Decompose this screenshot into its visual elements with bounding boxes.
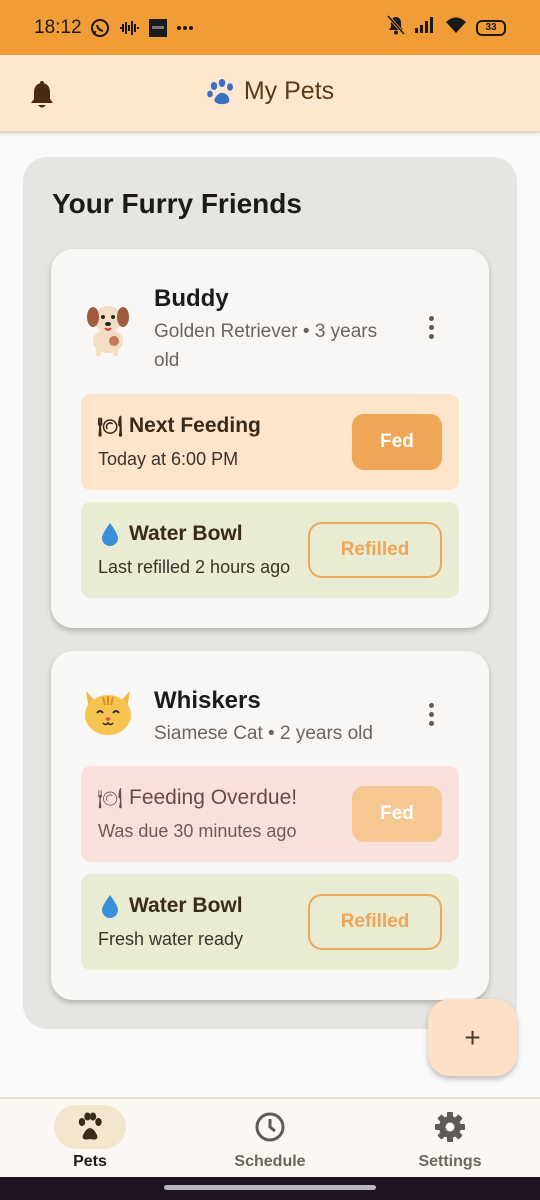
whatsapp-icon [90,18,110,38]
voicemail-icon [118,19,140,37]
gesture-bar [0,1177,540,1200]
water-title-text: Water Bowl [129,522,243,545]
more-dot [428,711,434,717]
feeding-row: 🍽 Next Feeding Today at 6:00 PM Fed [81,394,459,490]
plate-icon: 🍽 [97,415,123,438]
fed-button[interactable]: Fed [352,414,442,470]
feeding-title-text: Next Feeding [129,414,261,437]
nav-label: Settings [418,1153,482,1170]
refilled-button[interactable]: Refilled [308,522,442,578]
nav-label: Schedule [234,1153,306,1170]
more-dot [428,315,434,321]
status-right: 33 [386,15,506,40]
status-left: 18:12 [34,17,194,39]
water-status: Fresh water ready [98,929,244,949]
more-dot [428,720,434,726]
nav-item-schedule[interactable]: Schedule [180,1099,360,1177]
app-title-wrap: My Pets [0,77,540,106]
water-drop-icon [98,522,122,546]
refilled-button[interactable]: Refilled [308,894,442,950]
pet-name: Whiskers [154,687,261,714]
more-dot [428,702,434,708]
pet-breed-age: Siamese Cat • 2 years old [154,723,373,744]
pet-options-button[interactable] [419,311,443,343]
cat-icon [81,683,135,743]
gear-icon [435,1112,465,1142]
water-drop-icon [98,894,122,918]
water-status: Last refilled 2 hours ago [98,557,291,577]
nav-item-pets[interactable]: Pets [0,1099,180,1177]
status-bar: 18:12 33 [0,0,540,55]
add-pet-button[interactable]: + [428,999,517,1076]
pet-breed-age: Golden Retriever • 3 years old [154,321,378,371]
more-dot [428,333,434,339]
wifi-icon [445,16,467,39]
nav-label: Pets [73,1153,107,1170]
fed-button[interactable]: Fed [352,786,442,842]
plus-icon: + [464,1021,481,1053]
app-bar: My Pets [0,55,540,133]
battery-level: 33 [485,21,497,33]
nav-item-settings[interactable]: Settings [360,1099,540,1177]
water-title-text: Water Bowl [129,894,243,917]
paw-icon [78,1112,102,1140]
pet-card-whiskers[interactable]: Whiskers Siamese Cat • 2 years old 🍽 Fee… [51,651,489,1000]
bottom-nav: Pets Schedule Settings [0,1097,540,1177]
plate-icon: 🍽 [97,787,123,810]
mute-icon [386,15,406,40]
pet-options-button[interactable] [419,698,443,730]
feeding-time: Was due 30 minutes ago [98,821,297,841]
feeding-title: 🍽 Feeding Overdue! [97,786,298,810]
water-title: Water Bowl [98,522,243,546]
page-title: My Pets [243,77,335,105]
paw-icon [207,78,233,104]
dog-icon [81,297,135,357]
more-dots-icon [176,25,194,31]
feeding-overdue-row: 🍽 Feeding Overdue! Was due 30 minutes ag… [81,766,459,862]
water-title: Water Bowl [98,894,243,918]
pet-name: Buddy [154,285,229,312]
section-title: Your Furry Friends [52,188,302,219]
feeding-time: Today at 6:00 PM [98,449,239,469]
battery-icon: 33 [476,19,506,36]
home-gesture-handle[interactable] [164,1185,376,1190]
signal-icon [414,16,436,39]
clock-icon [255,1112,285,1142]
more-dot [428,324,434,330]
feeding-title-text: Feeding Overdue! [129,786,298,809]
pet-card-buddy[interactable]: Buddy Golden Retriever • 3 years old 🍽 N… [51,249,489,628]
water-row: Water Bowl Fresh water ready Refilled [81,874,459,970]
feeding-title: 🍽 Next Feeding [97,414,261,438]
status-time: 18:12 [34,16,82,38]
water-row: Water Bowl Last refilled 2 hours ago Ref… [81,502,459,598]
app-notification-icon [148,18,168,38]
